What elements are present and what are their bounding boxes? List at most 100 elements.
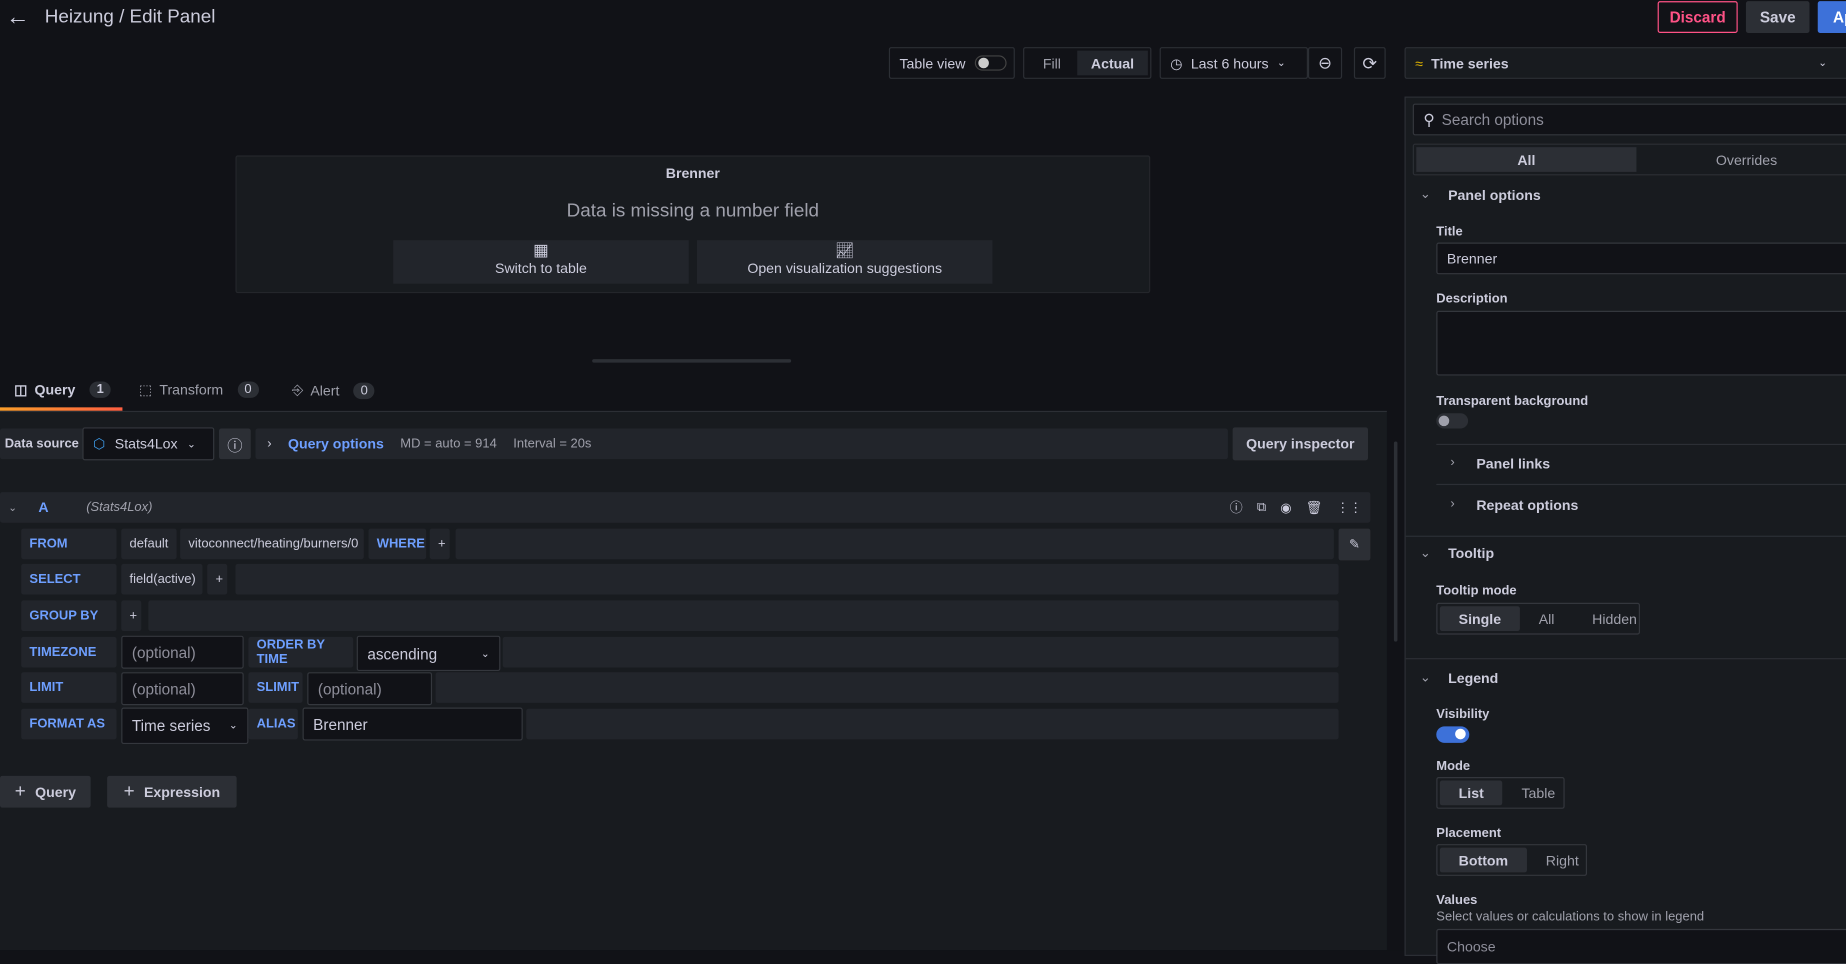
chevron-down-icon: ⌄ xyxy=(1276,56,1286,69)
save-button[interactable]: Save xyxy=(1745,1,1810,33)
retention-policy[interactable]: default xyxy=(121,528,177,560)
drag-handle-icon[interactable]: ⋮⋮ xyxy=(1336,500,1362,515)
duplicate-icon[interactable]: ⧉ xyxy=(1257,500,1266,515)
discard-button[interactable]: Discard xyxy=(1657,1,1738,33)
alias-input[interactable]: Brenner xyxy=(302,707,523,741)
apply-button[interactable]: Apply xyxy=(1817,1,1846,33)
order-by-time-select[interactable]: ascending ⌄ xyxy=(356,635,501,672)
legend-mode-list[interactable]: List xyxy=(1439,780,1503,806)
panel-options-header[interactable]: Panel options xyxy=(1448,187,1541,203)
transparent-background-label: Transparent background xyxy=(1436,394,1589,409)
splitter-handle[interactable] xyxy=(592,359,792,363)
table-view-toggle[interactable]: Table view xyxy=(888,47,1015,79)
format-row-filler xyxy=(526,708,1339,740)
divider xyxy=(1405,535,1846,537)
page-title: Heizung / Edit Panel xyxy=(44,7,216,28)
tooltip-mode-single[interactable]: Single xyxy=(1439,606,1520,632)
time-series-icon: ≈ xyxy=(1415,54,1423,72)
select-field[interactable]: field(active) xyxy=(121,563,203,595)
measurement[interactable]: vitoconnect/heating/burners/0 xyxy=(180,528,364,560)
missing-field-message: Data is missing a number field xyxy=(566,201,819,222)
datasource-icon: ⬡ xyxy=(93,435,106,453)
tab-query[interactable]: ◫ Query 1 xyxy=(14,381,111,398)
fill-actual-group: Fill Actual xyxy=(1023,47,1152,79)
refresh-button[interactable]: ⟳ xyxy=(1353,47,1386,79)
query-options-bar[interactable]: › Query options MD = auto = 914 Interval = … xyxy=(255,428,1228,460)
open-suggestions-button[interactable]: 📈︎ Open visualization suggestions xyxy=(696,240,993,284)
actual-option[interactable]: Actual xyxy=(1077,50,1148,76)
tooltip-mode-hidden[interactable]: Hidden xyxy=(1573,606,1655,631)
search-options-input[interactable]: ⚲ Search options xyxy=(1412,103,1846,136)
scrollbar[interactable] xyxy=(1393,441,1398,642)
tab-alert[interactable]: ⎆ Alert 0 xyxy=(292,381,375,399)
query-inspector-button[interactable]: Query inspector xyxy=(1232,427,1369,461)
eye-icon[interactable]: ◉ xyxy=(1280,500,1291,515)
title-input[interactable]: Brenner xyxy=(1436,242,1846,275)
tab-transform[interactable]: ⬚ Transform 0 xyxy=(139,381,259,398)
chevron-right-icon: › xyxy=(1450,496,1455,511)
tab-all[interactable]: All xyxy=(1416,147,1637,172)
search-icon: ⚲ xyxy=(1423,110,1435,128)
collapse-chevron-icon[interactable]: ⌄ xyxy=(8,501,17,514)
values-select[interactable]: Choose xyxy=(1436,928,1846,964)
add-where-button[interactable]: + xyxy=(429,528,450,560)
chevron-down-icon: ⌄ xyxy=(1818,56,1828,69)
legend-header[interactable]: Legend xyxy=(1448,670,1498,686)
zoom-out-button[interactable]: ⊖ xyxy=(1307,47,1343,79)
slimit-label: SLIMIT xyxy=(248,672,303,703)
time-range-picker[interactable]: ◷ Last 6 hours ⌄ xyxy=(1159,47,1308,79)
legend-mode-table[interactable]: Table xyxy=(1503,781,1574,806)
limit-row-filler xyxy=(435,672,1339,703)
chevron-down-icon: ⌄ xyxy=(1419,671,1431,686)
datasource-picker[interactable]: ⬡ Stats4Lox ⌄ xyxy=(82,427,215,461)
repeat-options-header[interactable]: Repeat options xyxy=(1476,497,1578,513)
add-query-button[interactable]: + Query xyxy=(0,775,91,808)
slimit-input[interactable]: (optional) xyxy=(307,672,433,706)
plus-icon: + xyxy=(123,781,135,802)
edit-raw-query-button[interactable]: ✎ xyxy=(1338,528,1371,561)
order-by-time-label: ORDER BY TIME xyxy=(248,636,354,668)
query-datasource-name: (Stats4Lox) xyxy=(86,500,153,515)
switch-to-table-button[interactable]: ▦ Switch to table xyxy=(393,240,689,284)
chevron-right-icon: › xyxy=(1450,455,1455,470)
add-group-by-button[interactable]: + xyxy=(121,600,142,632)
placement-bottom[interactable]: Bottom xyxy=(1439,847,1527,873)
divider xyxy=(1436,483,1846,486)
description-textarea[interactable] xyxy=(1436,310,1846,376)
mode-label: Mode xyxy=(1436,759,1471,774)
query-row-header: ⌄ A (Stats4Lox) ⓘ ⧉ ◉ 🗑︎ ⋮⋮ xyxy=(0,492,1371,523)
visibility-label: Visibility xyxy=(1436,707,1490,722)
visualization-picker[interactable]: ≈ Time series ⌄ xyxy=(1404,47,1846,79)
fill-option[interactable]: Fill xyxy=(1027,51,1078,76)
legend-visibility-toggle[interactable] xyxy=(1436,726,1470,743)
datasource-label: Data source xyxy=(0,428,88,460)
help-icon[interactable]: ⓘ xyxy=(1230,498,1243,517)
tooltip-mode-label: Tooltip mode xyxy=(1436,583,1517,599)
timezone-row-filler xyxy=(502,636,1339,668)
clock-icon: ◷ xyxy=(1170,54,1183,72)
query-ref-id[interactable]: A xyxy=(38,499,48,515)
tooltip-mode-group: Single All Hidden xyxy=(1436,602,1640,635)
select-row-filler xyxy=(235,563,1339,595)
tooltip-header[interactable]: Tooltip xyxy=(1448,545,1494,561)
back-arrow-icon[interactable]: ← xyxy=(6,5,30,32)
add-select-button[interactable]: + xyxy=(207,563,228,595)
trash-icon[interactable]: 🗑︎ xyxy=(1306,500,1322,515)
timezone-input[interactable]: (optional) xyxy=(121,635,244,669)
limit-input[interactable]: (optional) xyxy=(121,672,244,706)
bell-icon: ⎆ xyxy=(291,381,304,398)
database-icon: ◫ xyxy=(14,381,28,398)
divider xyxy=(1405,658,1846,660)
tab-overrides[interactable]: Overrides xyxy=(1636,147,1846,172)
legend-placement-group: Bottom Right xyxy=(1436,844,1588,876)
transparent-background-toggle[interactable] xyxy=(1436,413,1469,429)
placement-right[interactable]: Right xyxy=(1527,848,1598,873)
title-label: Title xyxy=(1436,224,1463,239)
limit-label: LIMIT xyxy=(21,672,117,703)
tooltip-mode-all[interactable]: All xyxy=(1520,606,1573,631)
panel-title: Brenner xyxy=(665,164,720,182)
help-button[interactable]: ⓘ xyxy=(218,428,251,460)
format-as-select[interactable]: Time series ⌄ xyxy=(121,707,249,745)
add-expression-button[interactable]: + Expression xyxy=(107,775,237,808)
panel-links-header[interactable]: Panel links xyxy=(1476,456,1550,472)
